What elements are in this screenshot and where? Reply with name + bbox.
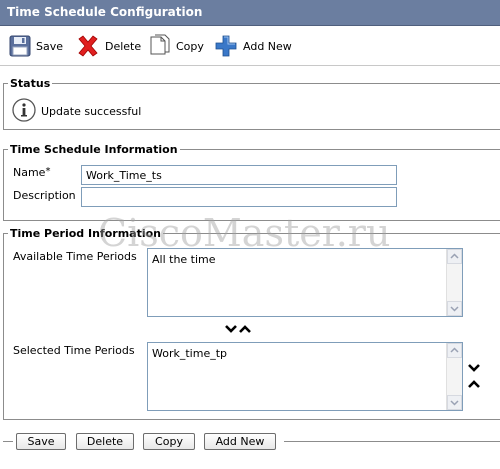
floppy-disk-icon — [9, 35, 31, 57]
reorder-down-icon[interactable] — [467, 362, 481, 377]
toolbar-save-label: Save — [36, 39, 64, 53]
scrollbar[interactable] — [446, 249, 462, 316]
available-periods-listbox[interactable]: All the time — [147, 248, 463, 317]
add-new-button[interactable]: Add New — [204, 433, 276, 450]
name-label-text: Name — [13, 166, 46, 179]
toolbar-add-new-label: Add New — [243, 39, 292, 53]
period-info-legend: Time Period Information — [10, 227, 161, 240]
description-input[interactable] — [81, 187, 397, 207]
scrollbar[interactable] — [446, 343, 462, 410]
move-arrows — [224, 323, 252, 338]
toolbar-save-button[interactable]: Save — [9, 34, 63, 58]
name-input[interactable] — [81, 165, 397, 185]
window-titlebar: Time Schedule Configuration — [0, 0, 500, 26]
toolbar: Save Delete Copy Add New — [0, 26, 500, 66]
divider — [284, 441, 500, 442]
selected-periods-label: Selected Time Periods — [13, 344, 135, 357]
copy-pages-icon — [149, 34, 171, 58]
status-message: Update successful — [41, 105, 142, 118]
move-up-icon[interactable] — [238, 323, 252, 338]
selected-periods-listbox[interactable]: Work_time_tp — [147, 342, 463, 411]
available-periods-label: Available Time Periods — [13, 250, 137, 263]
list-item[interactable]: Work_time_tp — [152, 347, 227, 360]
scroll-up-arrow[interactable] — [447, 343, 462, 358]
description-label: Description — [13, 189, 76, 202]
toolbar-delete-button[interactable]: Delete — [76, 34, 141, 58]
reorder-up-icon[interactable] — [467, 378, 481, 393]
red-x-icon — [76, 34, 100, 58]
list-item[interactable]: All the time — [152, 253, 216, 266]
toolbar-add-new-button[interactable]: Add New — [214, 34, 292, 58]
toolbar-delete-label: Delete — [105, 39, 142, 53]
schedule-info-legend: Time Schedule Information — [10, 143, 178, 156]
toolbar-copy-button[interactable]: Copy — [149, 34, 204, 58]
divider — [3, 441, 13, 442]
move-down-icon[interactable] — [224, 323, 238, 338]
status-section: Status — [3, 77, 500, 130]
scroll-down-arrow[interactable] — [447, 301, 462, 316]
delete-button[interactable]: Delete — [76, 433, 134, 450]
name-label: Name* — [13, 166, 50, 179]
required-marker: * — [45, 166, 51, 177]
status-legend: Status — [10, 77, 51, 90]
blue-plus-icon — [214, 34, 238, 58]
window-title: Time Schedule Configuration — [7, 5, 203, 19]
copy-button[interactable]: Copy — [143, 433, 195, 450]
toolbar-copy-label: Copy — [176, 39, 204, 53]
save-button[interactable]: Save — [16, 433, 66, 450]
bottom-button-row: Save Delete Copy Add New — [0, 425, 500, 469]
info-icon — [12, 98, 36, 122]
scroll-down-arrow[interactable] — [447, 395, 462, 410]
scroll-up-arrow[interactable] — [447, 249, 462, 264]
